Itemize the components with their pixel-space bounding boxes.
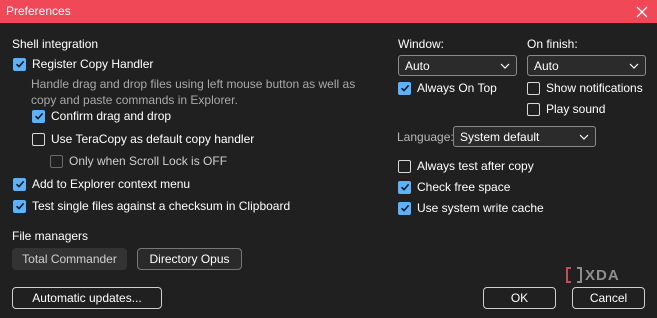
default-copy-handler-checkbox[interactable]: Use TeraCopy as default copy handler — [32, 131, 254, 147]
always-on-top-label: Always On Top — [417, 81, 497, 95]
window-label: Window: — [398, 37, 445, 51]
always-test-checkbox[interactable]: Always test after copy — [398, 158, 534, 174]
on-finish-label: On finish: — [527, 37, 578, 51]
always-test-label: Always test after copy — [417, 159, 534, 173]
checkbox-unchecked-icon — [527, 102, 540, 116]
play-sound-label: Play sound — [546, 102, 606, 116]
context-menu-label: Add to Explorer context menu — [32, 177, 191, 191]
always-on-top-checkbox[interactable]: Always On Top — [398, 80, 497, 96]
automatic-updates-button[interactable]: Automatic updates... — [12, 287, 162, 309]
check-free-space-checkbox[interactable]: Check free space — [398, 179, 510, 195]
checkbox-checked-icon — [13, 57, 26, 71]
window-mode-select[interactable]: Auto — [398, 55, 517, 76]
checkbox-disabled-icon — [50, 154, 63, 168]
play-sound-checkbox[interactable]: Play sound — [527, 101, 605, 117]
scroll-lock-checkbox[interactable]: Only when Scroll Lock is OFF — [50, 153, 227, 169]
close-icon — [636, 6, 648, 17]
register-copy-handler-label: Register Copy Handler — [32, 57, 154, 71]
system-write-cache-checkbox[interactable]: Use system write cache — [398, 200, 544, 216]
language-value: System default — [460, 129, 540, 144]
checkbox-checked-icon — [398, 81, 411, 95]
confirm-drag-drop-checkbox[interactable]: Confirm drag and drop — [32, 108, 171, 124]
test-checksum-checkbox[interactable]: Test single files against a checksum in … — [13, 198, 290, 214]
checkbox-checked-icon — [398, 201, 411, 215]
xda-logo-icon — [566, 267, 582, 283]
checkbox-checked-icon — [13, 199, 26, 213]
checkbox-checked-icon — [13, 177, 26, 191]
check-free-space-label: Check free space — [417, 180, 511, 194]
language-select[interactable]: System default — [453, 126, 596, 147]
xda-watermark-text: XDA — [585, 266, 620, 284]
checkbox-checked-icon — [32, 109, 45, 123]
default-copy-handler-label: Use TeraCopy as default copy handler — [51, 132, 255, 146]
checkbox-unchecked-icon — [32, 132, 45, 146]
total-commander-button[interactable]: Total Commander — [12, 248, 127, 270]
chevron-down-icon — [579, 134, 589, 140]
shell-integration-heading: Shell integration — [12, 37, 99, 51]
system-write-cache-label: Use system write cache — [417, 201, 544, 215]
test-checksum-label: Test single files against a checksum in … — [32, 199, 291, 213]
xda-watermark: XDA — [566, 266, 620, 284]
language-label: Language: — [397, 130, 454, 144]
copy-handler-description: Handle drag and drop files using left mo… — [31, 77, 356, 107]
scroll-lock-label: Only when Scroll Lock is OFF — [69, 154, 228, 168]
on-finish-value: Auto — [534, 58, 559, 73]
file-managers-heading: File managers — [12, 229, 89, 243]
window-mode-value: Auto — [405, 58, 430, 73]
window-title: Preferences — [6, 4, 71, 18]
confirm-drag-drop-label: Confirm drag and drop — [51, 109, 172, 123]
directory-opus-button[interactable]: Directory Opus — [137, 248, 242, 270]
ok-button[interactable]: OK — [483, 287, 556, 309]
on-finish-select[interactable]: Auto — [527, 55, 646, 76]
title-bar: Preferences — [0, 0, 657, 23]
checkbox-checked-icon — [398, 180, 411, 194]
show-notifications-checkbox[interactable]: Show notifications — [527, 80, 643, 96]
cancel-button[interactable]: Cancel — [572, 287, 645, 309]
chevron-down-icon — [500, 63, 510, 69]
chevron-down-icon — [629, 63, 639, 69]
checkbox-unchecked-icon — [527, 81, 540, 95]
show-notifications-label: Show notifications — [546, 81, 643, 95]
register-copy-handler-checkbox[interactable]: Register Copy Handler — [13, 56, 153, 72]
checkbox-unchecked-icon — [398, 159, 411, 173]
close-button[interactable] — [627, 0, 657, 23]
context-menu-checkbox[interactable]: Add to Explorer context menu — [13, 176, 190, 192]
